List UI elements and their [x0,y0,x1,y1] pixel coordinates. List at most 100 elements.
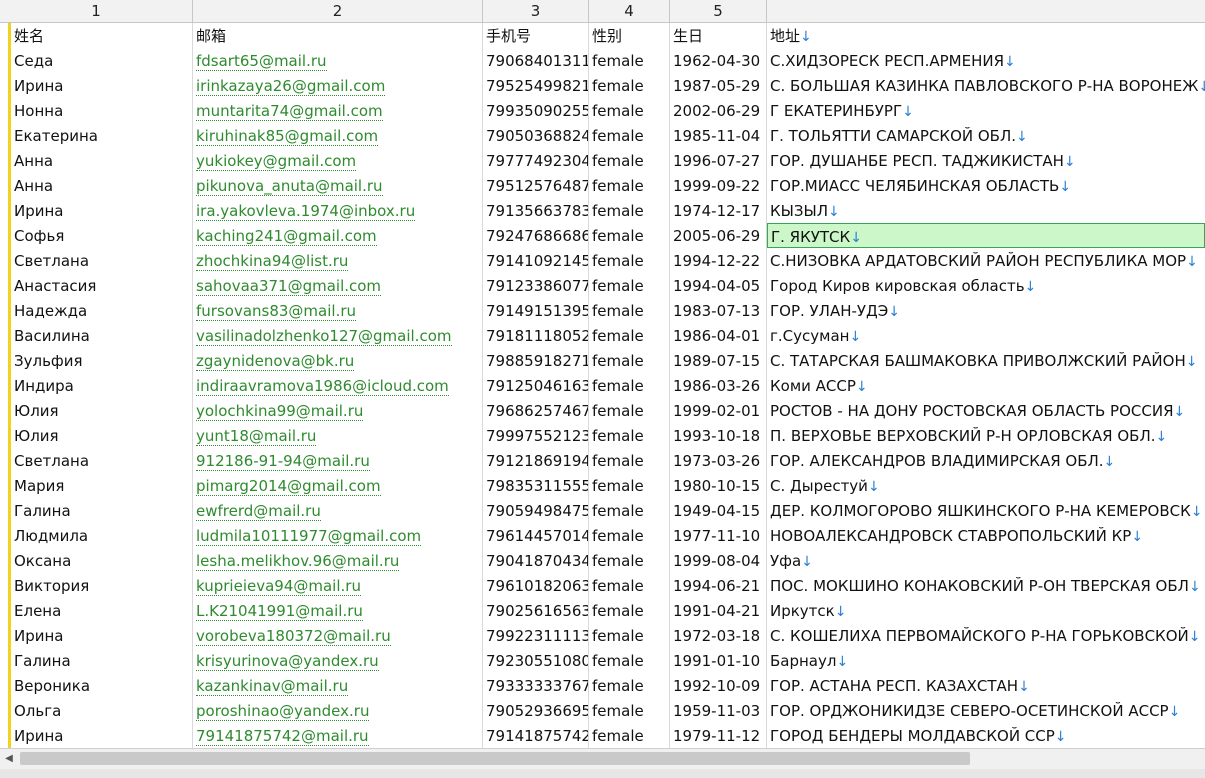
cell-phone[interactable]: 79777492304 [483,148,589,173]
table-row[interactable]: Анна yukiokey@gmail.com 79777492304 female 1… [0,148,1205,173]
cell-phone[interactable]: 79141875742 [483,723,589,748]
email-link[interactable]: pikunova_anuta@mail.ru [196,177,383,196]
cell-dob-header[interactable]: 生日 [670,23,767,48]
cell-phone[interactable]: 79125046163 [483,373,589,398]
cell-name[interactable]: Елена [11,598,193,623]
cell-name[interactable]: Зульфия [11,348,193,373]
triangle-left-icon[interactable]: ◀ [2,752,16,766]
cell-dob[interactable]: 1973-03-26 [670,448,767,473]
cell-name[interactable]: Мария [11,473,193,498]
cell-email[interactable]: vasilinadolzhenko127@gmail.com [193,323,483,348]
cell-address-header[interactable]: 地址↓ [767,23,1205,48]
cell-gender[interactable]: female [589,498,670,523]
cell-email[interactable]: indiraavramova1986@icloud.com [193,373,483,398]
cell-phone[interactable]: 79141092145 [483,248,589,273]
cell-name[interactable]: Анастасия [11,273,193,298]
email-link[interactable]: ewfrerd@mail.ru [196,502,321,521]
cell-dob[interactable]: 1996-07-27 [670,148,767,173]
email-link[interactable]: krisyurinova@yandex.ru [196,652,379,671]
email-link[interactable]: fursovans83@mail.ru [196,302,357,321]
cell-dob[interactable]: 2005-06-29 [670,223,767,248]
cell-dob[interactable]: 1999-09-22 [670,173,767,198]
cell-email[interactable]: 912186-91-94@mail.ru [193,448,483,473]
cell-address[interactable]: КЫЗЫЛ↓ [767,198,1205,223]
cell-gender[interactable]: female [589,73,670,98]
cell-address[interactable]: ГОРОД БЕНДЕРЫ МОЛДАВСКОЙ ССР↓ [767,723,1205,748]
cell-dob[interactable]: 1962-04-30 [670,48,767,73]
table-row[interactable]: Виктория kuprieieva94@mail.ru 79610182063 f… [0,573,1205,598]
cell-address[interactable]: Г. ЯКУТСК↓ [767,223,1205,248]
cell-gender[interactable]: female [589,148,670,173]
cell-phone[interactable]: 79935090255 [483,98,589,123]
cell-email[interactable]: kazankinav@mail.ru [193,673,483,698]
cell-email[interactable]: yunt18@mail.ru [193,423,483,448]
cell-gender[interactable]: female [589,323,670,348]
cell-address[interactable]: ГОР. АЛЕКСАНДРОВ ВЛАДИМИРСКАЯ ОБЛ.↓ [767,448,1205,473]
cell-dob[interactable]: 1994-04-05 [670,273,767,298]
table-row[interactable]: Ирина irinkazaya26@gmail.com 79525499821 fe… [0,73,1205,98]
cell-address[interactable]: ГОР.МИАСС ЧЕЛЯБИНСКАЯ ОБЛАСТЬ↓ [767,173,1205,198]
cell-dob[interactable]: 1980-10-15 [670,473,767,498]
cell-email[interactable]: yukiokey@gmail.com [193,148,483,173]
table-row[interactable]: Софья kaching241@gmail.com 79247686686 fema… [0,223,1205,248]
cell-name-header[interactable]: 姓名 [11,23,193,48]
table-row[interactable]: Анна pikunova_anuta@mail.ru 79512576487 fem… [0,173,1205,198]
cell-email-header[interactable]: 邮箱 [193,23,483,48]
cell-phone-header[interactable]: 手机号 [483,23,589,48]
cell-name[interactable]: Вероника [11,673,193,698]
column-header-3[interactable]: 3 [483,0,589,22]
email-link[interactable]: sahovaa371@gmail.com [196,277,382,296]
cell-gender[interactable]: female [589,248,670,273]
cell-gender[interactable]: female [589,648,670,673]
cell-dob[interactable]: 1989-07-15 [670,348,767,373]
table-row[interactable]: Юлия yolochkina99@mail.ru 79686257467 femal… [0,398,1205,423]
cell-name[interactable]: Ирина [11,623,193,648]
cell-gender[interactable]: female [589,398,670,423]
cell-dob[interactable]: 1991-04-21 [670,598,767,623]
cell-name[interactable]: Ирина [11,73,193,98]
cell-phone[interactable]: 79050368824 [483,123,589,148]
cell-gender[interactable]: female [589,523,670,548]
cell-name[interactable]: Седа [11,48,193,73]
cell-address[interactable]: Город Киров кировская область↓ [767,273,1205,298]
cell-address[interactable]: ГОР. ОРДЖОНИКИДЗЕ СЕВЕРО-ОСЕТИНСКОЙ АССР… [767,698,1205,723]
cell-email[interactable]: fdsart65@mail.ru [193,48,483,73]
cell-address[interactable]: Г. ТОЛЬЯТТИ САМАРСКОЙ ОБЛ.↓ [767,123,1205,148]
cell-email[interactable]: krisyurinova@yandex.ru [193,648,483,673]
cell-email[interactable]: poroshinao@yandex.ru [193,698,483,723]
cell-phone[interactable]: 79247686686 [483,223,589,248]
cell-email[interactable]: kiruhinak85@gmail.com [193,123,483,148]
cell-phone[interactable]: 79333333767 [483,673,589,698]
cell-address[interactable]: Коми АССР↓ [767,373,1205,398]
cell-gender[interactable]: female [589,548,670,573]
cell-dob[interactable]: 1985-11-04 [670,123,767,148]
column-header-6[interactable] [767,0,1205,22]
cell-email[interactable]: irinkazaya26@gmail.com [193,73,483,98]
cell-email[interactable]: ludmila10111977@gmail.com [193,523,483,548]
cell-dob[interactable]: 1999-08-04 [670,548,767,573]
cell-name[interactable]: Юлия [11,398,193,423]
email-link[interactable]: vorobeva180372@mail.ru [196,627,391,646]
email-link[interactable]: yukiokey@gmail.com [196,152,357,171]
cell-gender[interactable]: female [589,273,670,298]
cell-name[interactable]: Оксана [11,548,193,573]
cell-gender[interactable]: female [589,223,670,248]
table-row[interactable]: Ирина vorobeva180372@mail.ru 79922311113 fe… [0,623,1205,648]
cell-dob[interactable]: 1977-11-10 [670,523,767,548]
cell-email[interactable]: pimarg2014@gmail.com [193,473,483,498]
table-row[interactable]: Екатерина kiruhinak85@gmail.com 7905036882… [0,123,1205,148]
cell-phone[interactable]: 79121869194 [483,448,589,473]
cell-dob[interactable]: 1987-05-29 [670,73,767,98]
cell-email[interactable]: zgaynidenova@bk.ru [193,348,483,373]
table-row[interactable]: Анастасия sahovaa371@gmail.com 79123386077… [0,273,1205,298]
cell-gender-header[interactable]: 性别 [589,23,670,48]
cell-address[interactable]: Барнаул↓ [767,648,1205,673]
cell-phone[interactable]: 79614457014 [483,523,589,548]
cell-email[interactable]: L.K21041991@mail.ru [193,598,483,623]
cell-name[interactable]: Нонна [11,98,193,123]
cell-dob[interactable]: 1993-10-18 [670,423,767,448]
cell-gender[interactable]: female [589,573,670,598]
cell-email[interactable]: ira.yakovleva.1974@inbox.ru [193,198,483,223]
cell-email[interactable]: fursovans83@mail.ru [193,298,483,323]
cell-name[interactable]: Екатерина [11,123,193,148]
